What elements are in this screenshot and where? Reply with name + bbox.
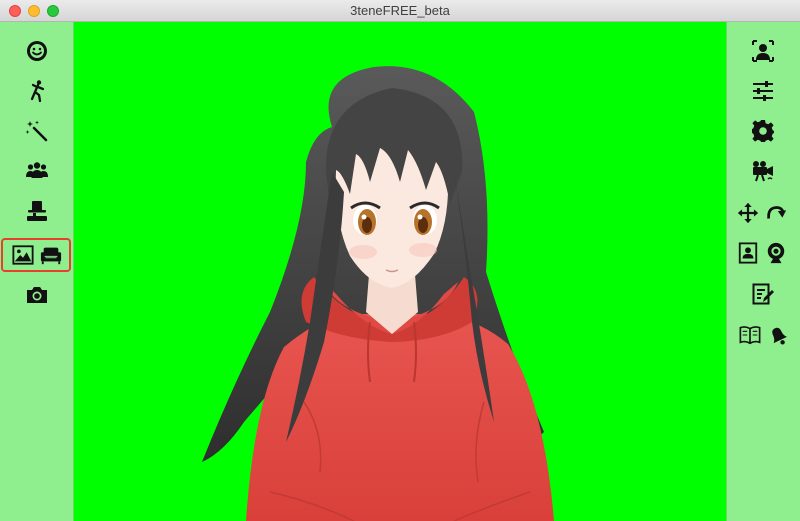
hat-trick-icon — [27, 201, 47, 221]
open-book-icon — [739, 326, 761, 345]
gear-icon — [752, 120, 774, 142]
rotate-arrow-icon — [767, 206, 787, 219]
screenshot-button[interactable] — [22, 280, 52, 310]
effects-button[interactable] — [22, 116, 52, 146]
dancing-figure-icon — [30, 80, 45, 103]
motion-button[interactable] — [22, 76, 52, 106]
avatar-illustration — [202, 66, 554, 521]
characters-button[interactable] — [22, 156, 52, 186]
background-button[interactable] — [8, 240, 38, 270]
manual-button[interactable] — [735, 320, 765, 350]
right-toolbar — [726, 22, 800, 521]
video-camera-icon — [753, 161, 773, 182]
contact-card-icon — [738, 242, 758, 264]
window-title: 3teneFREE_beta — [350, 3, 450, 18]
bell-icon — [772, 327, 787, 345]
move-arrows-icon — [737, 202, 759, 224]
rotate-avatar-button[interactable] — [761, 198, 791, 228]
adjust-settings-button[interactable] — [748, 76, 778, 106]
left-toolbar — [0, 22, 74, 521]
furniture-button[interactable] — [36, 240, 66, 270]
camera-view-button[interactable] — [748, 156, 778, 186]
props-button[interactable] — [22, 196, 52, 226]
camera-icon — [27, 287, 47, 303]
people-group-icon — [26, 162, 48, 178]
profile-card-button[interactable] — [733, 238, 763, 268]
face-smile-icon — [27, 41, 47, 61]
webcam-tracking-button[interactable] — [761, 238, 791, 268]
webcam-icon — [767, 242, 785, 264]
notifications-button[interactable] — [763, 320, 793, 350]
user-portrait-icon — [752, 40, 774, 62]
expression-button[interactable] — [22, 36, 52, 66]
avatar-stage[interactable] — [74, 22, 726, 521]
avatar-select-button[interactable] — [748, 36, 778, 66]
settings-button[interactable] — [748, 116, 778, 146]
magic-wand-icon — [25, 120, 48, 142]
title-bar: 3teneFREE_beta — [0, 0, 800, 22]
image-background-icon — [12, 245, 34, 265]
move-avatar-button[interactable] — [733, 198, 763, 228]
edit-note-icon — [752, 283, 774, 305]
sliders-icon — [753, 81, 773, 101]
notes-button[interactable] — [748, 279, 778, 309]
sofa-icon — [40, 247, 62, 265]
